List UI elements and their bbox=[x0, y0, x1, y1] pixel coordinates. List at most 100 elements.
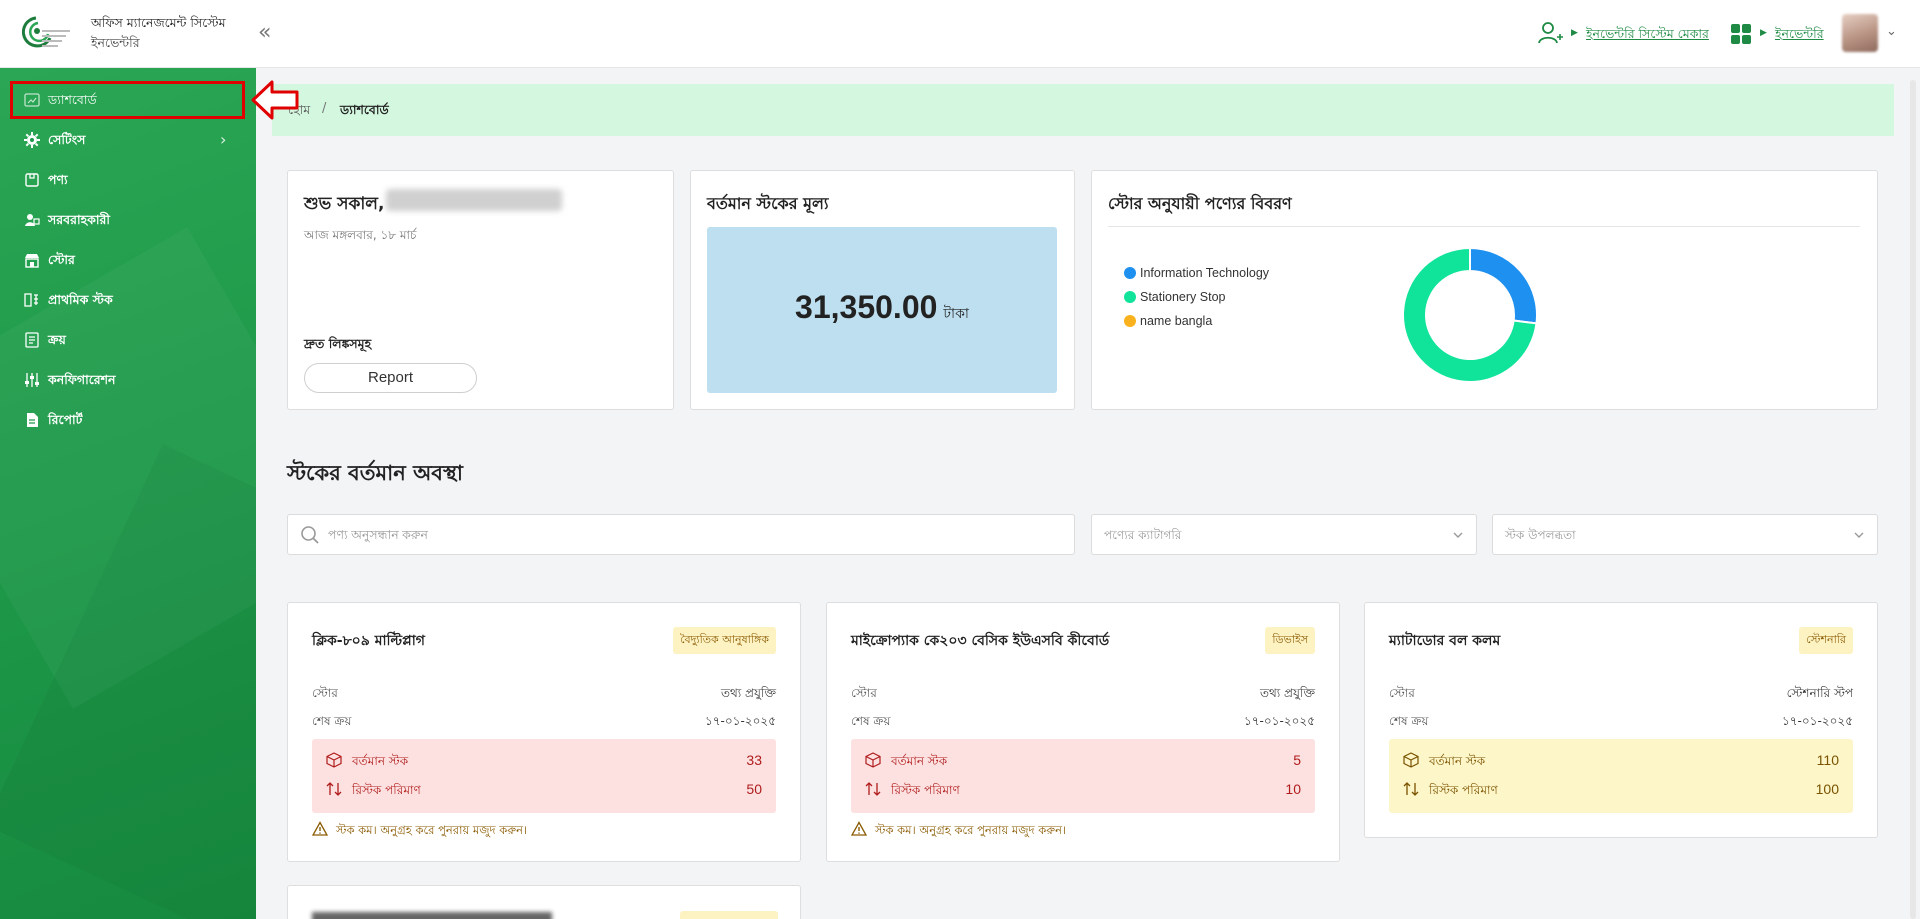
availability-select-placeholder: স্টক উপলব্ধতা bbox=[1505, 528, 1576, 542]
store-row: স্টোর তথ্য প্রযুক্তি bbox=[851, 685, 1315, 705]
box-icon bbox=[865, 752, 881, 768]
legend-swatch bbox=[1124, 267, 1136, 279]
sidebar-item-label: সেটিংস bbox=[48, 132, 86, 147]
report-button[interactable]: Report bbox=[304, 363, 477, 393]
sidebar-item-label: কনফিগারেশন bbox=[48, 372, 116, 387]
last-purchase-value: ১৭-০১-২০২৫ bbox=[1243, 714, 1315, 728]
restock-value: 10 bbox=[1285, 781, 1301, 797]
stock-value-card: বর্তমান স্টকের মূল্য 31,350.00 টাকা bbox=[690, 170, 1075, 410]
page-scrollbar[interactable] bbox=[1910, 80, 1916, 919]
store-label: স্টোর bbox=[1389, 686, 1415, 700]
greeting-text: শুভ সকাল, bbox=[304, 194, 385, 214]
app-title: অফিস ম্যানেজমেন্ট সিস্টেম bbox=[91, 15, 226, 30]
stock-value-amount: 31,350.00 bbox=[795, 289, 938, 325]
supplier-icon bbox=[25, 214, 40, 226]
divider bbox=[1108, 226, 1860, 227]
sidebar-item-label: স্টোর bbox=[48, 252, 75, 267]
sidebar: ড্যাশবোর্ড সেটিংস › পণ্য সরবরাহকারী স্টো… bbox=[0, 68, 256, 919]
store-label: স্টোর bbox=[851, 686, 877, 700]
chevron-down-icon[interactable]: ⌄ bbox=[1886, 24, 1897, 39]
sidebar-item-settings[interactable]: সেটিংস › bbox=[0, 124, 256, 158]
breadcrumb-separator: / bbox=[322, 101, 327, 116]
box-icon bbox=[1403, 752, 1419, 768]
availability-select[interactable]: স্টক উপলব্ধতা bbox=[1492, 514, 1878, 555]
product-card[interactable] bbox=[287, 885, 801, 919]
category-badge: স্টেশনারি bbox=[1799, 627, 1853, 654]
legend-swatch bbox=[1124, 291, 1136, 303]
breadcrumb-current: ড্যাশবোর্ড bbox=[340, 102, 389, 117]
caret-right-icon: ▶ bbox=[1571, 28, 1578, 38]
sidebar-item-initial-stock[interactable]: প্রাথমিক স্টক bbox=[0, 284, 256, 318]
current-stock-value: 5 bbox=[1293, 752, 1301, 768]
chevron-down-icon bbox=[1854, 532, 1864, 538]
legend-item[interactable]: name bangla bbox=[1124, 314, 1212, 328]
store-value: তথ্য প্রযুক্তি bbox=[720, 686, 776, 700]
store-chart-card: স্টোর অনুযায়ী পণ্যের বিবরণ Information … bbox=[1091, 170, 1878, 410]
sidebar-item-report[interactable]: রিপোর্ট bbox=[0, 404, 256, 438]
product-search bbox=[287, 514, 1075, 555]
product-card[interactable]: ক্লিক-৮০৯ মাল্টিপ্লাগ বৈদ্যুতিক আনুষাঙ্গ… bbox=[287, 602, 801, 862]
last-purchase-value: ১৭-০১-২০২৫ bbox=[1781, 714, 1853, 728]
last-purchase-label: শেষ ক্রয় bbox=[1389, 714, 1429, 728]
store-icon bbox=[25, 254, 39, 268]
sort-arrows-icon bbox=[326, 782, 342, 796]
apps-grid-icon[interactable] bbox=[1731, 24, 1751, 44]
search-icon bbox=[301, 526, 319, 544]
donut-slice-information-technology[interactable] bbox=[1469, 247, 1538, 325]
store-chart-title: স্টোর অনুযায়ী পণ্যের বিবরণ bbox=[1108, 194, 1292, 213]
app-subtitle: ইনভেন্টরি bbox=[91, 35, 140, 50]
product-name: ম্যাটাডোর বল কলম bbox=[1389, 633, 1501, 649]
today-date: আজ মঙ্গলবার, ১৮ মার্চ bbox=[304, 228, 417, 242]
last-purchase-label: শেষ ক্রয় bbox=[312, 714, 352, 728]
category-badge: ডিভাইস bbox=[1265, 627, 1315, 654]
blurred-user-name bbox=[386, 189, 562, 211]
purchase-icon bbox=[25, 332, 39, 348]
pointer-arrow-icon bbox=[251, 80, 299, 120]
last-purchase-value: ১৭-০১-২০২৫ bbox=[704, 714, 776, 728]
legend-label: Stationery Stop bbox=[1140, 290, 1226, 304]
user-switch-icon[interactable] bbox=[1537, 20, 1565, 46]
restock-value: 50 bbox=[746, 781, 762, 797]
product-card[interactable]: ম্যাটাডোর বল কলম স্টেশনারি স্টোর স্টেশনা… bbox=[1364, 602, 1878, 838]
current-stock-label: বর্তমান স্টক bbox=[1429, 754, 1486, 768]
sidebar-item-label: রিপোর্ট bbox=[48, 412, 83, 427]
user-avatar[interactable] bbox=[1842, 14, 1878, 52]
stock-panel: বর্তমান স্টক 5 রিস্টক পরিমাণ 10 bbox=[851, 739, 1315, 813]
report-icon bbox=[27, 413, 38, 427]
last-purchase-row: শেষ ক্রয় ১৭-০১-২০২৫ bbox=[312, 713, 776, 733]
category-badge: বৈদ্যুতিক আনুষাঙ্গিক bbox=[673, 627, 776, 654]
category-badge bbox=[680, 911, 778, 919]
last-purchase-row: শেষ ক্রয় ১৭-০১-২০২৫ bbox=[1389, 713, 1853, 733]
sidebar-item-configuration[interactable]: কনফিগারেশন bbox=[0, 364, 256, 398]
current-stock-label: বর্তমান স্টক bbox=[891, 754, 948, 768]
store-value: স্টেশনারি স্টপ bbox=[1786, 686, 1853, 700]
store-label: স্টোর bbox=[312, 686, 338, 700]
sidebar-item-store[interactable]: স্টোর bbox=[0, 244, 256, 278]
sort-arrows-icon bbox=[1403, 782, 1419, 796]
sidebar-collapse-button[interactable]: « bbox=[258, 20, 271, 45]
legend-label: name bangla bbox=[1140, 314, 1213, 328]
restock-label: রিস্টক পরিমাণ bbox=[1429, 783, 1498, 797]
category-select[interactable]: পণ্যের ক্যাটাগরি bbox=[1091, 514, 1477, 555]
legend-item[interactable]: Stationery Stop bbox=[1124, 290, 1225, 304]
legend-item[interactable]: Information Technology bbox=[1124, 266, 1269, 280]
breadcrumb: হোম / ড্যাশবোর্ড bbox=[272, 84, 1894, 136]
highlight-box bbox=[10, 81, 245, 119]
low-stock-warning-text: স্টক কম। অনুগ্রহ করে পুনরায় মজুদ করুন। bbox=[336, 823, 528, 837]
search-input[interactable] bbox=[328, 515, 1058, 554]
sidebar-item-label: ক্রয় bbox=[48, 332, 66, 347]
module-link[interactable]: ইনভেন্টরি bbox=[1775, 26, 1824, 46]
sidebar-item-products[interactable]: পণ্য bbox=[0, 164, 256, 198]
current-stock-value: 33 bbox=[746, 752, 762, 768]
current-stock-label: বর্তমান স্টক bbox=[352, 754, 409, 768]
product-card[interactable]: মাইক্রোপ্যাক কে২০৩ বেসিক ইউএসবি কীবোর্ড … bbox=[826, 602, 1340, 862]
sidebar-item-purchase[interactable]: ক্রয় bbox=[0, 324, 256, 358]
stock-value-currency: টাকা bbox=[943, 306, 969, 322]
initial-stock-icon bbox=[24, 293, 38, 307]
role-link[interactable]: ইনভেন্টরি সিস্টেম মেকার bbox=[1586, 26, 1709, 46]
store-row: স্টোর স্টেশনারি স্টপ bbox=[1389, 685, 1853, 705]
product-name bbox=[312, 912, 552, 919]
sidebar-item-suppliers[interactable]: সরবরাহকারী bbox=[0, 204, 256, 238]
box-icon bbox=[326, 752, 342, 768]
configuration-icon bbox=[25, 373, 39, 387]
